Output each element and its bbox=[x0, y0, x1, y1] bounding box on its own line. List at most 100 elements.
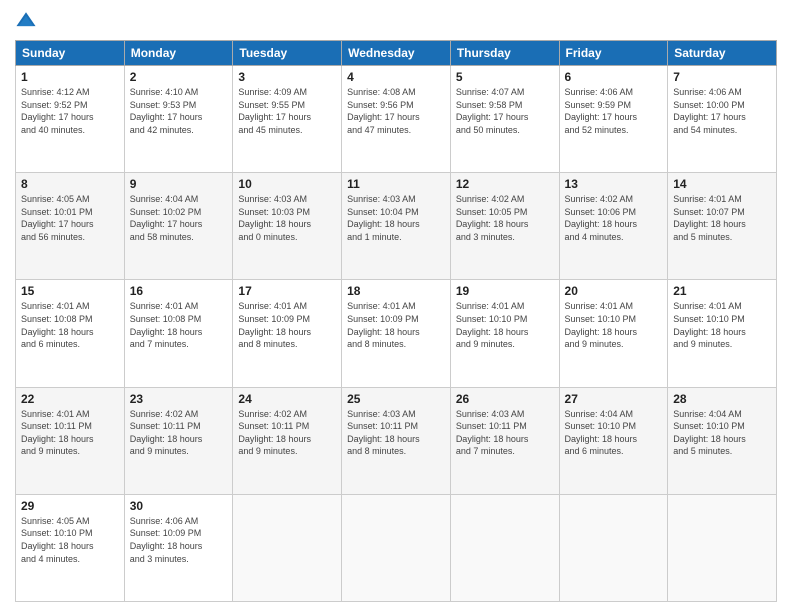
day-number-23: 23 bbox=[130, 392, 228, 406]
day-number-15: 15 bbox=[21, 284, 119, 298]
day-number-20: 20 bbox=[565, 284, 663, 298]
col-header-wednesday: Wednesday bbox=[342, 41, 451, 66]
week-row-5: 29Sunrise: 4:05 AM Sunset: 10:10 PM Dayl… bbox=[16, 494, 777, 601]
day-info-23: Sunrise: 4:02 AM Sunset: 10:11 PM Daylig… bbox=[130, 408, 228, 458]
day-info-3: Sunrise: 4:09 AM Sunset: 9:55 PM Dayligh… bbox=[238, 86, 336, 136]
day-info-10: Sunrise: 4:03 AM Sunset: 10:03 PM Daylig… bbox=[238, 193, 336, 243]
day-number-17: 17 bbox=[238, 284, 336, 298]
day-number-16: 16 bbox=[130, 284, 228, 298]
day-number-22: 22 bbox=[21, 392, 119, 406]
day-cell-2-0: 15Sunrise: 4:01 AM Sunset: 10:08 PM Dayl… bbox=[16, 280, 125, 387]
day-number-24: 24 bbox=[238, 392, 336, 406]
day-cell-4-0: 29Sunrise: 4:05 AM Sunset: 10:10 PM Dayl… bbox=[16, 494, 125, 601]
day-info-20: Sunrise: 4:01 AM Sunset: 10:10 PM Daylig… bbox=[565, 300, 663, 350]
header bbox=[15, 10, 777, 32]
col-header-friday: Friday bbox=[559, 41, 668, 66]
day-cell-3-4: 26 Sunrise: 4:03 AM Sunset: 10:11 PM Dayl… bbox=[450, 387, 559, 494]
day-number-19: 19 bbox=[456, 284, 554, 298]
day-number-10: 10 bbox=[238, 177, 336, 191]
day-cell-3-2: 24 Sunrise: 4:02 AM Sunset: 10:11 PM Dayl… bbox=[233, 387, 342, 494]
day-info-30: Sunrise: 4:06 AM Sunset: 10:09 PM Daylig… bbox=[130, 515, 228, 565]
day-cell-4-1: 30 Sunrise: 4:06 AM Sunset: 10:09 PM Dayl… bbox=[124, 494, 233, 601]
day-number-2: 2 bbox=[130, 70, 228, 84]
day-number-30: 30 bbox=[130, 499, 228, 513]
col-header-saturday: Saturday bbox=[668, 41, 777, 66]
day-info-26: Sunrise: 4:03 AM Sunset: 10:11 PM Daylig… bbox=[456, 408, 554, 458]
col-header-tuesday: Tuesday bbox=[233, 41, 342, 66]
day-number-4: 4 bbox=[347, 70, 445, 84]
day-number-3: 3 bbox=[238, 70, 336, 84]
day-cell-4-5 bbox=[559, 494, 668, 601]
col-header-sunday: Sunday bbox=[16, 41, 125, 66]
day-info-27: Sunrise: 4:04 AM Sunset: 10:10 PM Daylig… bbox=[565, 408, 663, 458]
day-cell-4-6 bbox=[668, 494, 777, 601]
week-row-3: 15 Sunrise: 4:01 AM Sunset: 10:08 PM Dayl… bbox=[16, 280, 777, 387]
day-cell-0-2: 3 Sunrise: 4:09 AM Sunset: 9:55 PM Daylig… bbox=[233, 66, 342, 173]
day-info-25: Sunrise: 4:03 AM Sunset: 10:11 PM Daylig… bbox=[347, 408, 445, 458]
day-info-8: Sunrise: 4:05 AM Sunset: 10:01 PM Daylig… bbox=[21, 193, 119, 243]
day-cell-0-5: 6 Sunrise: 4:06 AM Sunset: 9:59 PM Daylig… bbox=[559, 66, 668, 173]
day-info-5: Sunrise: 4:07 AM Sunset: 9:58 PM Dayligh… bbox=[456, 86, 554, 136]
day-info-12: Sunrise: 4:02 AM Sunset: 10:05 PM Daylig… bbox=[456, 193, 554, 243]
day-info-11: Sunrise: 4:03 AM Sunset: 10:04 PM Daylig… bbox=[347, 193, 445, 243]
day-info-2: Sunrise: 4:10 AM Sunset: 9:53 PM Dayligh… bbox=[130, 86, 228, 136]
day-info-28: Sunrise: 4:04 AM Sunset: 10:10 PM Daylig… bbox=[673, 408, 771, 458]
day-info-14: Sunrise: 4:01 AM Sunset: 10:07 PM Daylig… bbox=[673, 193, 771, 243]
day-info-9: Sunrise: 4:04 AM Sunset: 10:02 PM Daylig… bbox=[130, 193, 228, 243]
week-row-4: 22 Sunrise: 4:01 AM Sunset: 10:11 PM Dayl… bbox=[16, 387, 777, 494]
day-cell-1-6: 14 Sunrise: 4:01 AM Sunset: 10:07 PM Dayl… bbox=[668, 173, 777, 280]
day-number-5: 5 bbox=[456, 70, 554, 84]
day-info-16: Sunrise: 4:01 AM Sunset: 10:08 PM Daylig… bbox=[130, 300, 228, 350]
day-cell-2-3: 18Sunrise: 4:01 AM Sunset: 10:09 PM Dayl… bbox=[342, 280, 451, 387]
day-cell-4-4 bbox=[450, 494, 559, 601]
day-cell-4-2 bbox=[233, 494, 342, 601]
day-info-18: Sunrise: 4:01 AM Sunset: 10:09 PM Daylig… bbox=[347, 300, 445, 350]
page: SundayMondayTuesdayWednesdayThursdayFrid… bbox=[0, 0, 792, 612]
day-info-21: Sunrise: 4:01 AM Sunset: 10:10 PM Daylig… bbox=[673, 300, 771, 350]
day-number-6: 6 bbox=[565, 70, 663, 84]
day-info-6: Sunrise: 4:06 AM Sunset: 9:59 PM Dayligh… bbox=[565, 86, 663, 136]
day-number-29: 29 bbox=[21, 499, 119, 513]
day-cell-0-0: 1 Sunrise: 4:12 AM Sunset: 9:52 PM Daylig… bbox=[16, 66, 125, 173]
day-cell-1-4: 12 Sunrise: 4:02 AM Sunset: 10:05 PM Dayl… bbox=[450, 173, 559, 280]
day-cell-1-2: 10 Sunrise: 4:03 AM Sunset: 10:03 PM Dayl… bbox=[233, 173, 342, 280]
day-number-26: 26 bbox=[456, 392, 554, 406]
day-info-22: Sunrise: 4:01 AM Sunset: 10:11 PM Daylig… bbox=[21, 408, 119, 458]
day-info-1: Sunrise: 4:12 AM Sunset: 9:52 PM Dayligh… bbox=[21, 86, 119, 136]
header-row: SundayMondayTuesdayWednesdayThursdayFrid… bbox=[16, 41, 777, 66]
day-cell-3-5: 27Sunrise: 4:04 AM Sunset: 10:10 PM Dayl… bbox=[559, 387, 668, 494]
col-header-thursday: Thursday bbox=[450, 41, 559, 66]
col-header-monday: Monday bbox=[124, 41, 233, 66]
day-cell-3-6: 28Sunrise: 4:04 AM Sunset: 10:10 PM Dayl… bbox=[668, 387, 777, 494]
day-cell-2-1: 16 Sunrise: 4:01 AM Sunset: 10:08 PM Dayl… bbox=[124, 280, 233, 387]
day-number-25: 25 bbox=[347, 392, 445, 406]
day-info-17: Sunrise: 4:01 AM Sunset: 10:09 PM Daylig… bbox=[238, 300, 336, 350]
week-row-1: 1 Sunrise: 4:12 AM Sunset: 9:52 PM Daylig… bbox=[16, 66, 777, 173]
day-cell-1-5: 13 Sunrise: 4:02 AM Sunset: 10:06 PM Dayl… bbox=[559, 173, 668, 280]
day-cell-4-3 bbox=[342, 494, 451, 601]
day-info-7: Sunrise: 4:06 AM Sunset: 10:00 PM Daylig… bbox=[673, 86, 771, 136]
day-number-1: 1 bbox=[21, 70, 119, 84]
logo-icon bbox=[15, 10, 37, 32]
day-cell-1-3: 11 Sunrise: 4:03 AM Sunset: 10:04 PM Dayl… bbox=[342, 173, 451, 280]
week-row-2: 8 Sunrise: 4:05 AM Sunset: 10:01 PM Dayli… bbox=[16, 173, 777, 280]
day-cell-0-4: 5 Sunrise: 4:07 AM Sunset: 9:58 PM Daylig… bbox=[450, 66, 559, 173]
logo bbox=[15, 10, 41, 32]
day-number-12: 12 bbox=[456, 177, 554, 191]
day-cell-2-4: 19Sunrise: 4:01 AM Sunset: 10:10 PM Dayl… bbox=[450, 280, 559, 387]
day-number-11: 11 bbox=[347, 177, 445, 191]
day-number-14: 14 bbox=[673, 177, 771, 191]
day-number-8: 8 bbox=[21, 177, 119, 191]
day-cell-2-5: 20 Sunrise: 4:01 AM Sunset: 10:10 PM Dayl… bbox=[559, 280, 668, 387]
day-cell-3-0: 22 Sunrise: 4:01 AM Sunset: 10:11 PM Dayl… bbox=[16, 387, 125, 494]
day-info-24: Sunrise: 4:02 AM Sunset: 10:11 PM Daylig… bbox=[238, 408, 336, 458]
day-number-13: 13 bbox=[565, 177, 663, 191]
day-cell-1-0: 8 Sunrise: 4:05 AM Sunset: 10:01 PM Dayli… bbox=[16, 173, 125, 280]
day-cell-0-3: 4 Sunrise: 4:08 AM Sunset: 9:56 PM Daylig… bbox=[342, 66, 451, 173]
day-cell-3-3: 25 Sunrise: 4:03 AM Sunset: 10:11 PM Dayl… bbox=[342, 387, 451, 494]
day-number-7: 7 bbox=[673, 70, 771, 84]
day-info-13: Sunrise: 4:02 AM Sunset: 10:06 PM Daylig… bbox=[565, 193, 663, 243]
day-number-9: 9 bbox=[130, 177, 228, 191]
day-cell-1-1: 9 Sunrise: 4:04 AM Sunset: 10:02 PM Dayli… bbox=[124, 173, 233, 280]
day-info-4: Sunrise: 4:08 AM Sunset: 9:56 PM Dayligh… bbox=[347, 86, 445, 136]
